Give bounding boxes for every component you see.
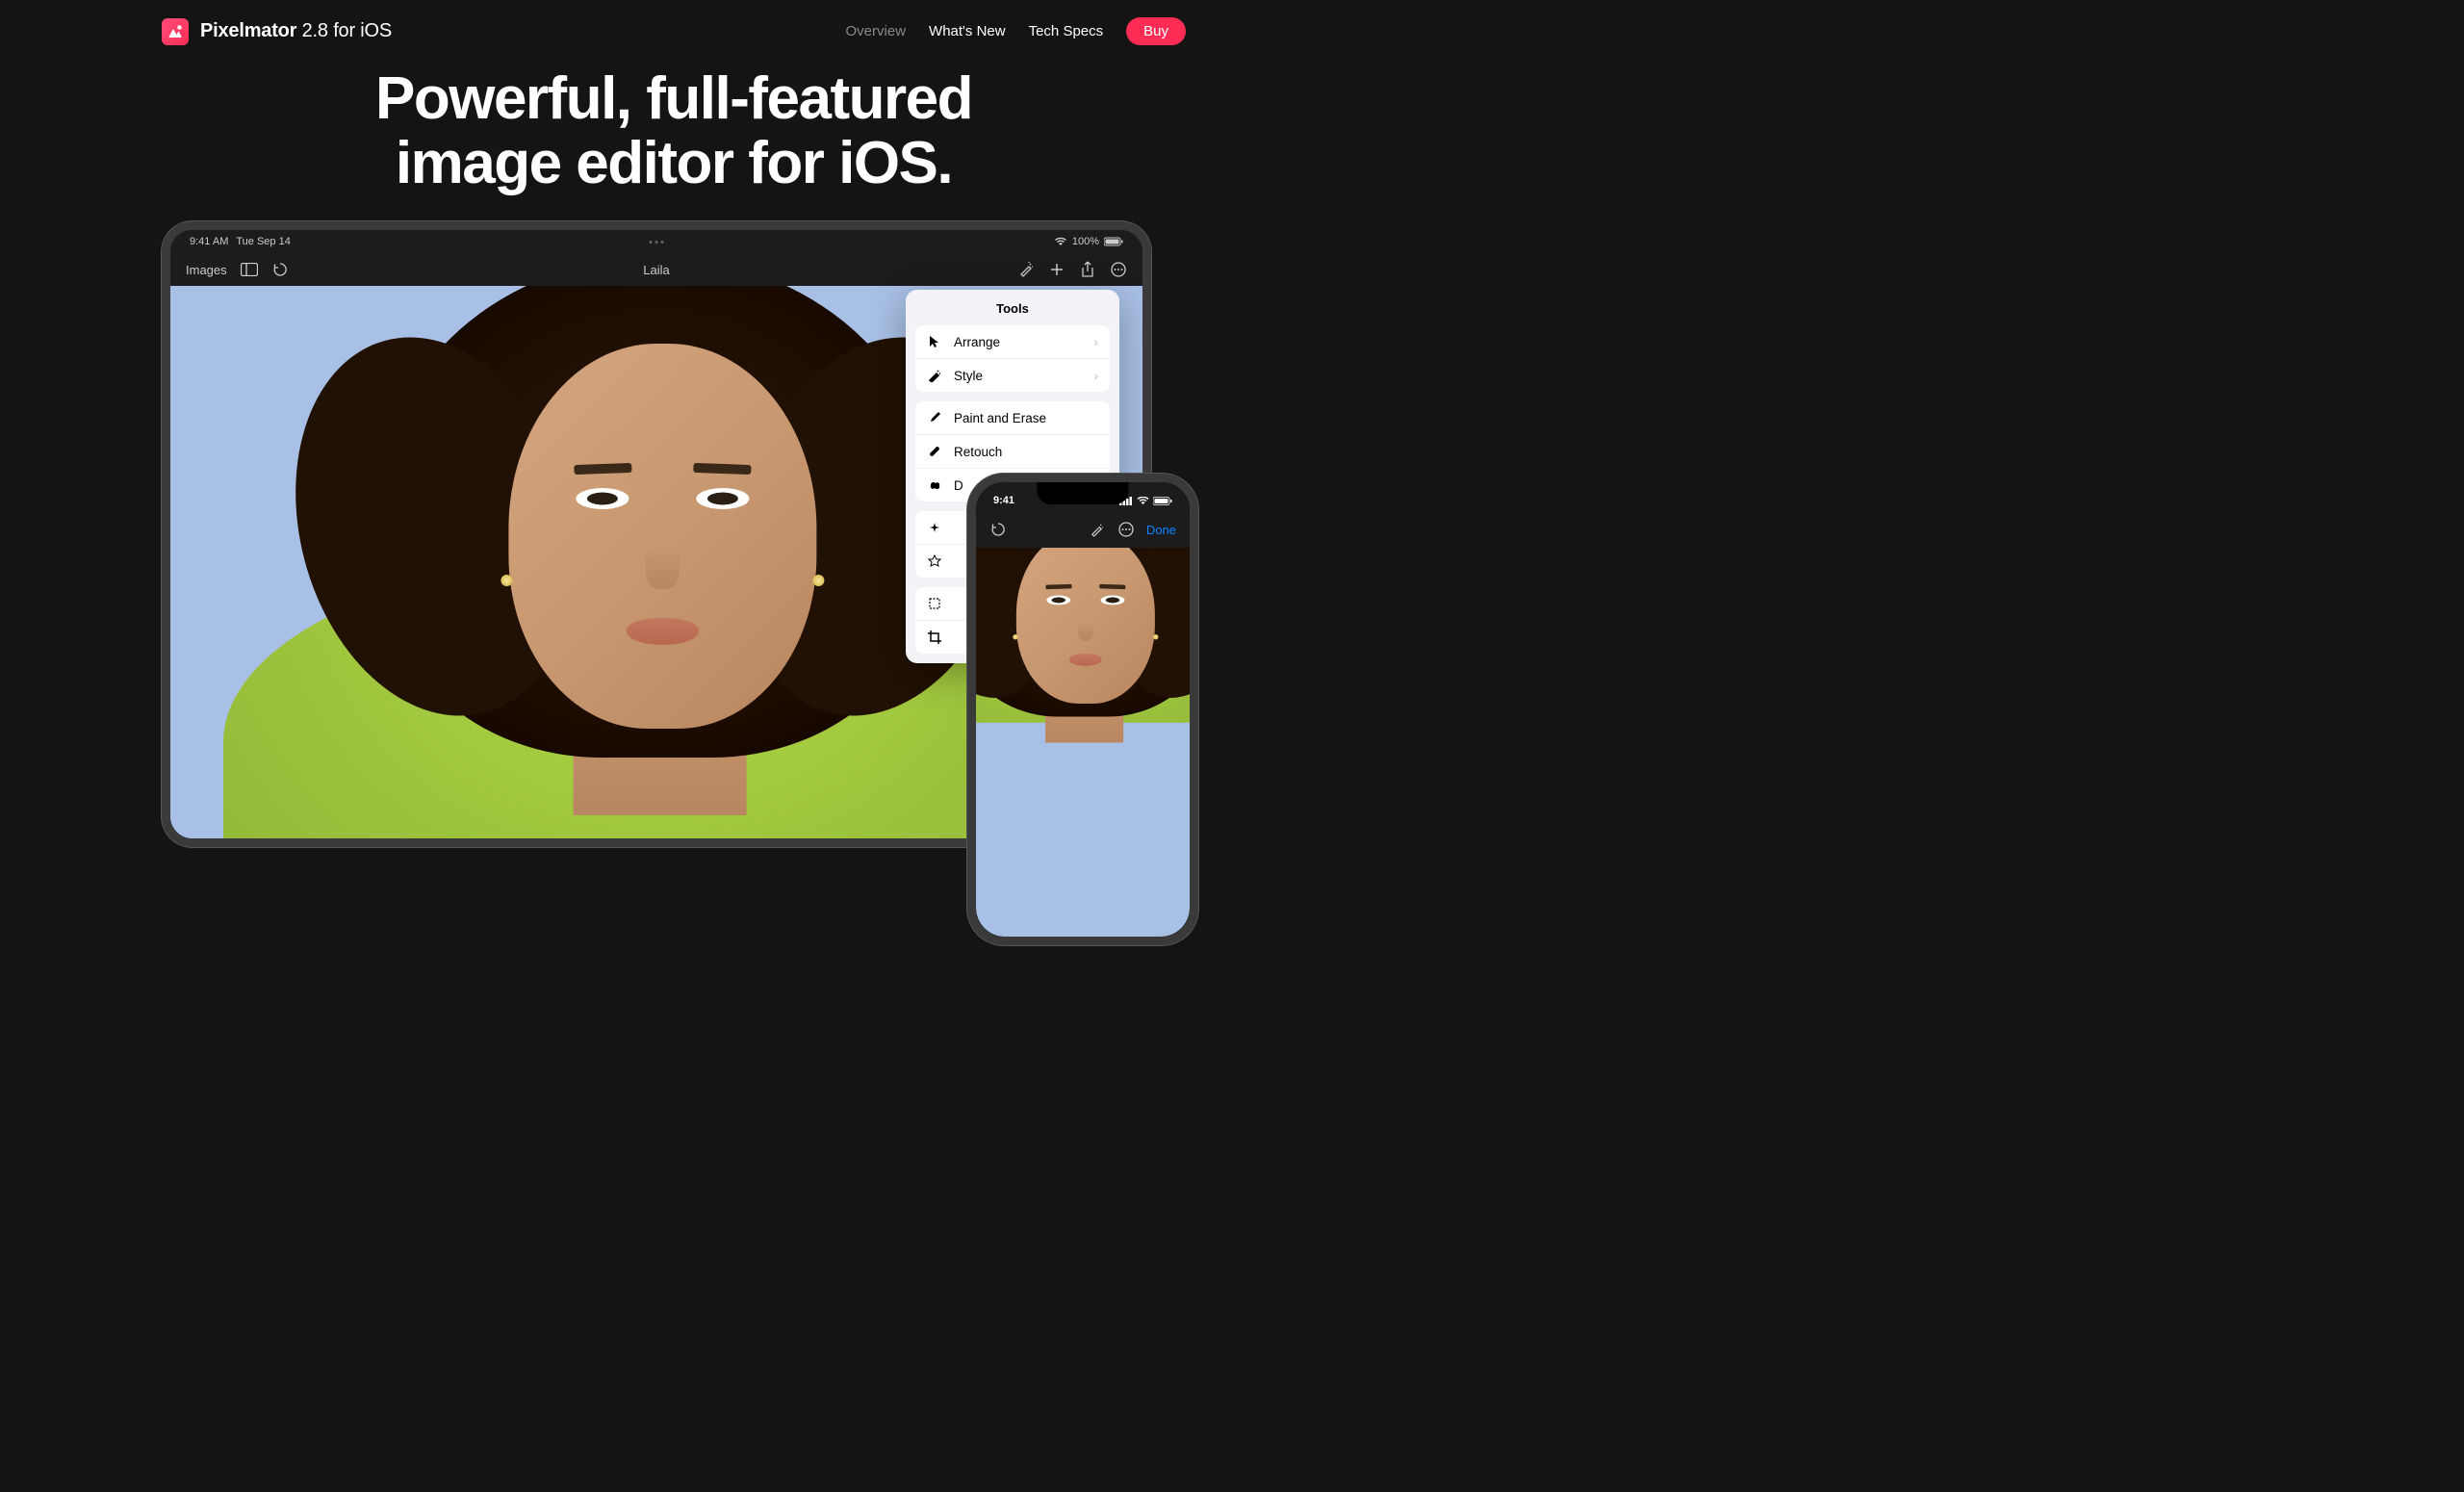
buy-button[interactable]: Buy [1126,17,1186,45]
app-name-bold: Pixelmator [200,20,296,41]
brush-icon [927,410,942,425]
site-header: Pixelmator 2.8 for iOS Overview What's N… [0,0,1348,63]
ipad-toolbar: Images Laila [170,253,1142,286]
ipad-status-date: Tue Sep 14 [236,236,290,247]
iphone-status-time: 9:41 [993,495,1014,506]
battery-icon [1104,237,1123,246]
app-logo-icon [162,18,189,45]
battery-icon [1153,497,1172,505]
ipad-status-bar: 9:41 AM Tue Sep 14 100% [170,230,1142,253]
smudge-icon [927,477,942,493]
add-icon[interactable] [1048,261,1065,278]
nav-whats-new[interactable]: What's New [929,23,1006,39]
iphone-notch [1038,482,1129,504]
nav-overview[interactable]: Overview [846,23,907,39]
more-icon[interactable] [1117,521,1135,538]
portrait-image-phone [1035,548,1131,680]
cursor-icon [927,334,942,349]
ipad-status-time: 9:41 AM [190,236,228,247]
tool-style[interactable]: Style › [915,359,1110,392]
hero-line2: image editor for iOS. [396,130,952,196]
document-title: Laila [643,263,669,277]
tool-group-1: Arrange › Style › [915,325,1110,392]
header-brand: Pixelmator 2.8 for iOS [162,18,392,45]
tool-arrange[interactable]: Arrange › [915,325,1110,359]
done-button[interactable]: Done [1146,523,1176,537]
iphone-toolbar: Done [976,511,1190,548]
wifi-icon [1054,237,1067,246]
undo-icon[interactable] [271,261,289,278]
tools-popover-title: Tools [906,290,1119,325]
tool-retouch[interactable]: Retouch [915,435,1110,469]
chevron-right-icon: › [1093,334,1098,349]
multitask-dots-icon[interactable] [650,241,664,244]
iphone-screen: 9:41 [976,482,1190,937]
app-title: Pixelmator 2.8 for iOS [200,20,392,42]
header-nav: Overview What's New Tech Specs Buy [846,17,1186,45]
undo-icon[interactable] [989,521,1007,538]
magic-wand-icon[interactable] [1089,521,1106,538]
magic-wand-icon[interactable] [1017,261,1035,278]
ipad-battery-percent: 100% [1072,236,1099,247]
hero-title: Powerful, full-featured image editor for… [0,67,1348,196]
images-back-button[interactable]: Images [186,263,227,277]
tool-paint-erase[interactable]: Paint and Erase [915,401,1110,435]
selection-icon [927,596,942,611]
more-icon[interactable] [1110,261,1127,278]
iphone-device: 9:41 [967,474,1198,945]
nav-tech-specs[interactable]: Tech Specs [1029,23,1104,39]
wand-icon [927,368,942,383]
bandage-icon [927,444,942,459]
sparkle-icon [927,520,942,535]
share-icon[interactable] [1079,261,1096,278]
star-icon [927,553,942,569]
hero-line1: Powerful, full-featured [375,65,972,132]
app-name-version: 2.8 for iOS [296,20,392,41]
wifi-icon [1137,497,1149,505]
chevron-right-icon: › [1093,368,1098,383]
sidebar-toggle-icon[interactable] [241,261,258,278]
iphone-canvas[interactable] [976,548,1190,937]
crop-icon [927,630,942,645]
